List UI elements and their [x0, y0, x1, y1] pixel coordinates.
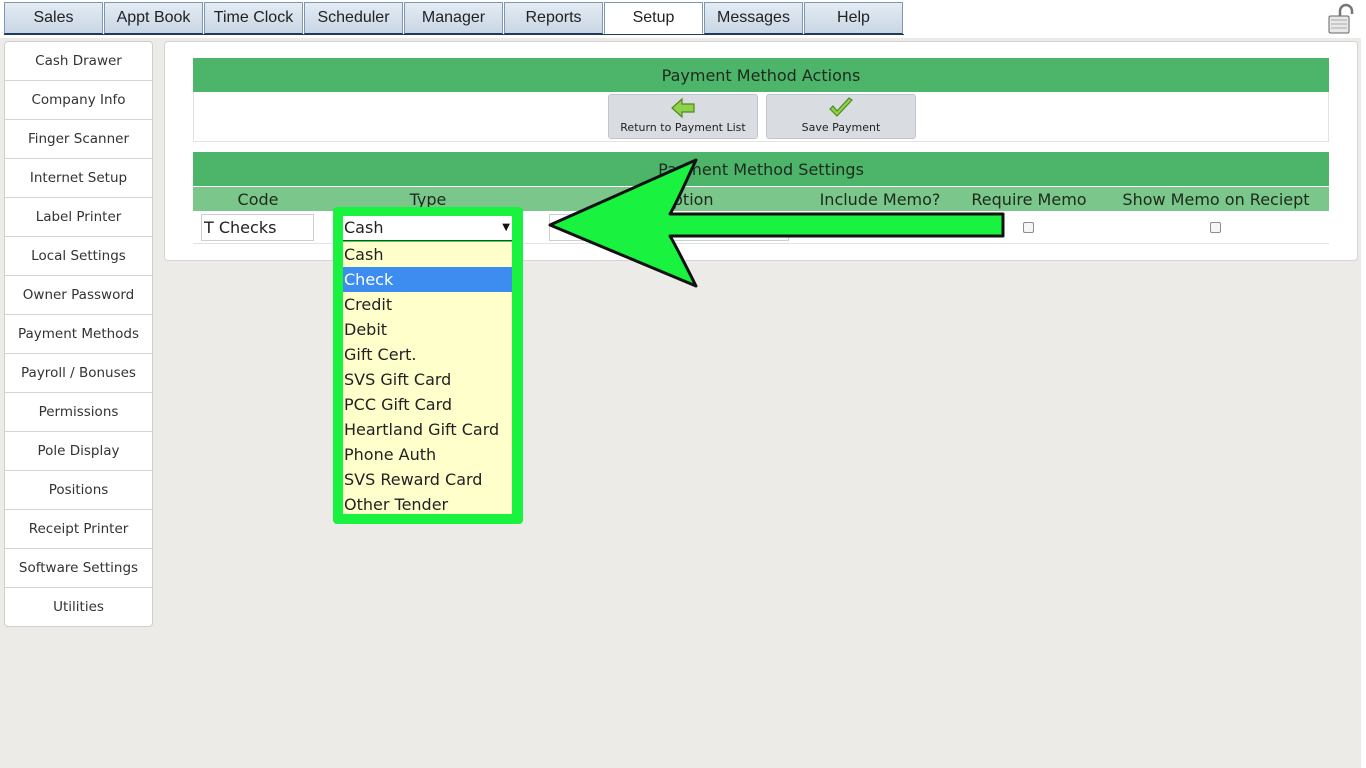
type-option-gift-cert[interactable]: Gift Cert.	[343, 342, 512, 367]
main-tabs: Sales Appt Book Time Clock Scheduler Man…	[4, 2, 904, 34]
column-code: Code	[237, 190, 279, 209]
sidebar-item-utilities[interactable]: Utilities	[5, 588, 152, 626]
sidebar-item-cash-drawer[interactable]: Cash Drawer	[5, 42, 152, 81]
sidebar-item-internet-setup[interactable]: Internet Setup	[5, 159, 152, 198]
tab-messages[interactable]: Messages	[704, 2, 803, 34]
type-option-credit[interactable]: Credit	[343, 292, 512, 317]
type-option-cash[interactable]: Cash	[343, 242, 512, 267]
type-option-svs-gift-card[interactable]: SVS Gift Card	[343, 367, 512, 392]
type-option-svs-reward-card[interactable]: SVS Reward Card	[343, 467, 512, 492]
type-select[interactable]: Cash ▼	[343, 216, 512, 241]
tab-underline	[4, 34, 904, 35]
top-bar: Sales Appt Book Time Clock Scheduler Man…	[0, 0, 1366, 38]
sidebar-item-payment-methods[interactable]: Payment Methods	[5, 315, 152, 354]
tab-help[interactable]: Help	[804, 2, 903, 34]
tab-setup[interactable]: Setup	[604, 2, 703, 34]
arrow-left-icon	[671, 97, 695, 119]
type-option-heartland-gift-card[interactable]: Heartland Gift Card	[343, 417, 512, 442]
tab-reports[interactable]: Reports	[504, 2, 603, 34]
window-edge	[1361, 38, 1366, 768]
lock-icon[interactable]	[1326, 3, 1358, 35]
sidebar-item-local-settings[interactable]: Local Settings	[5, 237, 152, 276]
type-option-phone-auth[interactable]: Phone Auth	[343, 442, 512, 467]
type-option-check[interactable]: Check	[343, 267, 512, 292]
sidebar-item-permissions[interactable]: Permissions	[5, 393, 152, 432]
annotation-arrow-icon	[548, 158, 1005, 288]
actions-body: Return to Payment List Save Payment	[193, 92, 1329, 142]
tab-sales[interactable]: Sales	[4, 2, 103, 34]
actions-header: Payment Method Actions	[193, 58, 1329, 92]
sidebar-item-label-printer[interactable]: Label Printer	[5, 198, 152, 237]
return-to-payment-list-button[interactable]: Return to Payment List	[608, 94, 758, 139]
type-option-other-tender[interactable]: Other Tender	[343, 492, 512, 514]
save-payment-button[interactable]: Save Payment	[766, 94, 916, 139]
sidebar-item-payroll-bonuses[interactable]: Payroll / Bonuses	[5, 354, 152, 393]
type-option-debit[interactable]: Debit	[343, 317, 512, 342]
show-memo-checkbox[interactable]	[1210, 222, 1221, 233]
sidebar-item-positions[interactable]: Positions	[5, 471, 152, 510]
tab-time-clock[interactable]: Time Clock	[204, 2, 303, 34]
sidebar-item-owner-password[interactable]: Owner Password	[5, 276, 152, 315]
require-memo-checkbox[interactable]	[1023, 222, 1034, 233]
checkmark-icon	[829, 97, 853, 117]
return-button-label: Return to Payment List	[620, 121, 746, 134]
chevron-down-icon: ▼	[502, 222, 510, 233]
column-show-memo: Show Memo on Reciept	[1122, 190, 1310, 209]
type-select-value: Cash	[344, 218, 384, 237]
type-dropdown-list: Cash Check Credit Debit Gift Cert. SVS G…	[343, 242, 512, 514]
tab-scheduler[interactable]: Scheduler	[304, 2, 403, 34]
type-option-pcc-gift-card[interactable]: PCC Gift Card	[343, 392, 512, 417]
sidebar-item-pole-display[interactable]: Pole Display	[5, 432, 152, 471]
tab-manager[interactable]: Manager	[404, 2, 503, 34]
setup-sidebar: Cash Drawer Company Info Finger Scanner …	[4, 41, 153, 627]
tab-appt-book[interactable]: Appt Book	[104, 2, 203, 34]
code-input[interactable]	[201, 214, 314, 241]
sidebar-item-receipt-printer[interactable]: Receipt Printer	[5, 510, 152, 549]
sidebar-item-company-info[interactable]: Company Info	[5, 81, 152, 120]
sidebar-item-software-settings[interactable]: Software Settings	[5, 549, 152, 588]
sidebar-item-finger-scanner[interactable]: Finger Scanner	[5, 120, 152, 159]
save-button-label: Save Payment	[801, 121, 881, 134]
